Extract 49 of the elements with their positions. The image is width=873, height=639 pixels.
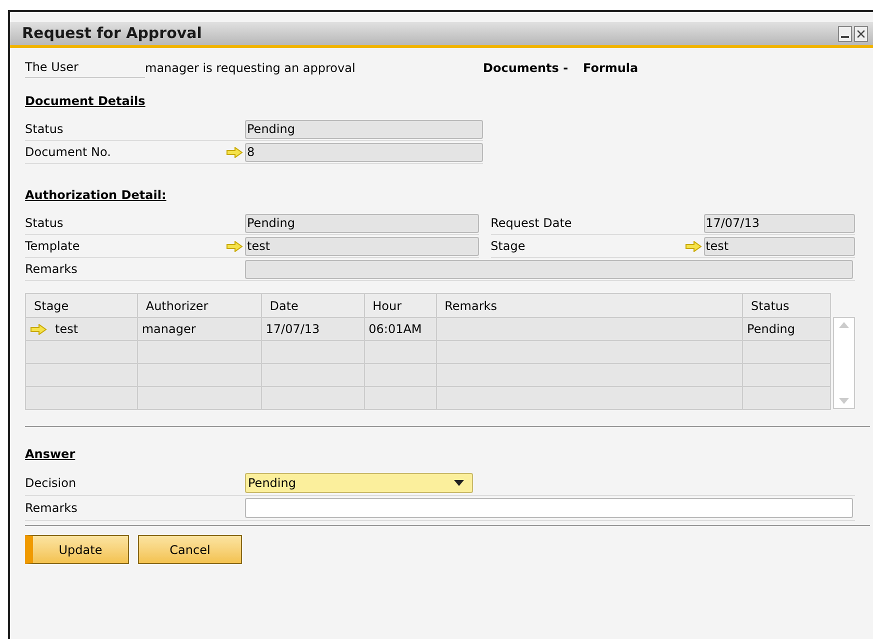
link-arrow-icon[interactable] — [226, 146, 243, 158]
section-title: Document Details — [25, 93, 146, 110]
column-header[interactable]: Authorizer — [137, 294, 262, 318]
value-field: 17/07/13 — [704, 214, 855, 232]
document-type: Documents - — [483, 60, 570, 77]
column-header[interactable]: Remarks — [436, 294, 743, 318]
field-label: Decision — [25, 475, 78, 492]
field-label: Request Date — [490, 215, 573, 232]
remarks-field[interactable] — [245, 260, 853, 278]
field-label: Status — [25, 215, 64, 232]
scroll-down-icon[interactable] — [839, 398, 849, 404]
minimize-button[interactable] — [838, 26, 852, 42]
scroll-up-icon[interactable] — [839, 322, 849, 328]
field-label: Status — [25, 121, 64, 138]
field-label: Template — [25, 238, 81, 255]
close-icon[interactable] — [854, 26, 868, 42]
decision-dropdown[interactable]: Pending — [245, 473, 473, 493]
table-cell-text: test — [55, 321, 78, 338]
request-text: manager is requesting an approval — [145, 60, 356, 77]
field-label: Document No. — [25, 144, 112, 161]
user-label: The User — [25, 58, 145, 78]
column-header[interactable]: Stage — [26, 294, 138, 318]
column-header[interactable]: Hour — [364, 294, 436, 318]
column-header[interactable]: Date — [261, 294, 364, 318]
value-field: Pending — [245, 214, 479, 232]
field-label: Remarks — [25, 261, 78, 278]
table-cell: Pending — [747, 322, 796, 336]
scrollbar[interactable] — [833, 317, 855, 409]
remarks-input[interactable] — [245, 498, 853, 518]
dropdown-arrow-icon — [454, 480, 464, 486]
link-arrow-icon[interactable] — [226, 240, 243, 252]
section-title: Answer — [25, 446, 76, 463]
dialog-button[interactable]: Update — [25, 535, 129, 564]
dialog-button[interactable]: Cancel — [138, 535, 242, 564]
column-header[interactable]: Status — [742, 294, 830, 318]
section-title: Authorization Detail: — [25, 187, 166, 204]
table-cell: 06:01AM — [368, 322, 422, 336]
field-label: Remarks — [25, 500, 78, 517]
document-name: Formula — [583, 60, 638, 77]
window-title: Request for Approval — [22, 23, 202, 44]
table-cell: 17/07/13 — [266, 322, 320, 336]
link-arrow-icon[interactable] — [684, 240, 702, 252]
field-label: Stage — [490, 238, 526, 255]
value-field: Pending — [245, 120, 483, 138]
table-cell: manager — [142, 322, 196, 336]
link-arrow-icon[interactable] — [30, 324, 47, 334]
value-field: test — [245, 236, 479, 256]
value-field: 8 — [245, 142, 483, 162]
value-field: test — [704, 236, 855, 256]
